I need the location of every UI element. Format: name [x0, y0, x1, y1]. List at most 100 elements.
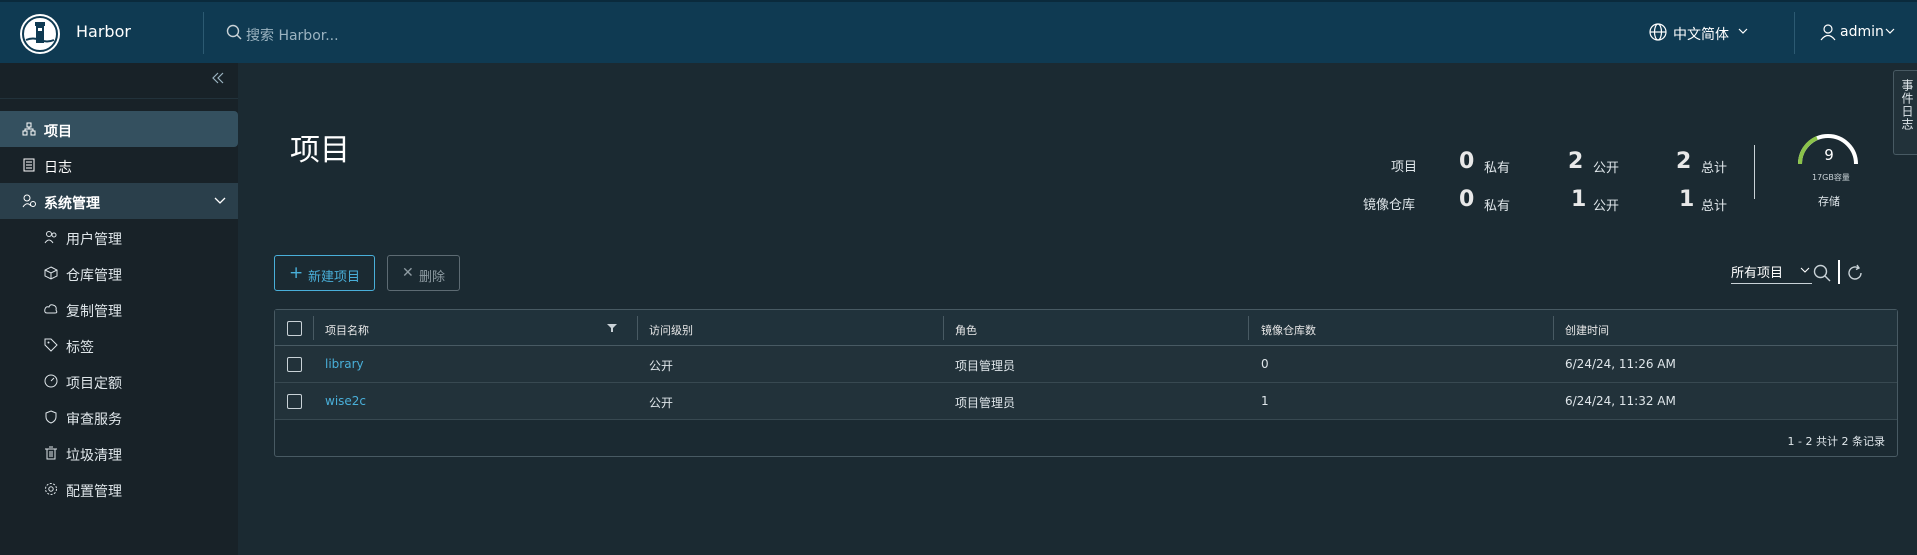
trash-icon [45, 446, 57, 460]
access-level: 公开 [649, 359, 674, 373]
plus-icon: + [289, 263, 304, 283]
global-search-input[interactable]: 搜索 Harbor... [246, 25, 339, 45]
column-divider [637, 316, 638, 340]
repo-count: 0 [1261, 357, 1269, 371]
top-header: Harbor 搜索 Harbor... 中文简体 admin [0, 0, 1917, 63]
stat-total-projects: 2 [1676, 149, 1692, 174]
sidebar-item-label: 标签 [66, 340, 94, 356]
sidebar-item-tags[interactable]: 标签 [0, 327, 238, 363]
sidebar-item-label: 项目 [44, 124, 72, 140]
repo-count: 1 [1261, 394, 1269, 408]
gear-icon [45, 483, 57, 495]
users-icon [44, 231, 57, 244]
stat-label-repos: 镜像仓库 [1363, 198, 1416, 213]
globe-icon[interactable] [1648, 22, 1668, 42]
header-divider [1794, 12, 1795, 54]
sidebar-item-label: 项目定额 [66, 376, 122, 392]
search-icon[interactable] [226, 24, 242, 40]
storage-capacity: 17GB容量 [1812, 173, 1850, 182]
row-checkbox[interactable] [287, 394, 302, 409]
project-filter-select[interactable]: 所有项目 [1731, 262, 1812, 284]
sidebar-item-replication[interactable]: 复制管理 [0, 291, 238, 327]
new-project-label: 新建项目 [308, 270, 361, 285]
sidebar-item-logs[interactable]: 日志 [0, 147, 238, 183]
sidebar-item-label: 垃圾清理 [66, 448, 122, 464]
column-header-name[interactable]: 项目名称 [325, 322, 369, 338]
header-divider [203, 12, 204, 54]
column-header-created[interactable]: 创建时间 [1565, 322, 1609, 338]
admin-icon [22, 194, 36, 208]
sidebar-item-config[interactable]: 配置管理 [0, 471, 238, 507]
filter-icon[interactable] [607, 323, 617, 333]
sidebar-item-registries[interactable]: 仓库管理 [0, 255, 238, 291]
stat-total-repos: 1 [1679, 187, 1695, 212]
language-selector[interactable]: 中文简体 [1673, 24, 1729, 44]
sidebar: 项目 日志 系统管理 用户管理 仓库管理 复制管理 标签 项目定额 审查服务 垃… [0, 63, 238, 555]
sidebar-item-label: 仓库管理 [66, 268, 122, 284]
column-header-access[interactable]: 访问级别 [649, 322, 693, 338]
quota-icon [44, 374, 58, 388]
stat-private-projects: 0 [1459, 149, 1475, 174]
logs-icon [23, 158, 35, 172]
sidebar-item-label: 用户管理 [66, 232, 122, 248]
sidebar-item-quota[interactable]: 项目定额 [0, 363, 238, 399]
registries-icon [44, 266, 58, 280]
sidebar-item-projects[interactable]: 项目 [0, 111, 238, 147]
harbor-logo[interactable] [20, 14, 60, 54]
sidebar-item-label: 配置管理 [66, 484, 122, 500]
role: 项目管理员 [955, 396, 1016, 410]
chevron-down-icon[interactable] [1738, 27, 1748, 35]
storage-label: 存储 [1818, 195, 1840, 208]
event-log-tab[interactable]: 事件日志 [1893, 70, 1917, 155]
column-divider [943, 316, 944, 340]
sidebar-divider [0, 98, 238, 99]
sidebar-item-users[interactable]: 用户管理 [0, 219, 238, 255]
table-row[interactable]: library 公开 项目管理员 0 6/24/24, 11:26 AM [275, 346, 1897, 383]
collapse-sidebar-icon[interactable] [211, 71, 225, 85]
column-header-role[interactable]: 角色 [955, 322, 977, 338]
search-icon[interactable] [1813, 264, 1831, 282]
stat-private-repos: 0 [1459, 187, 1475, 212]
app-brand[interactable]: Harbor [76, 22, 131, 41]
stat-unit-private: 私有 [1484, 199, 1511, 214]
column-divider [313, 316, 314, 340]
event-log-label: 事件日志 [1900, 79, 1914, 131]
sidebar-item-admin[interactable]: 系统管理 [0, 183, 238, 219]
new-project-button[interactable]: + 新建项目 [274, 255, 375, 291]
toolbar-divider [1838, 260, 1840, 284]
sidebar-item-gc[interactable]: 垃圾清理 [0, 435, 238, 471]
stat-unit-public: 公开 [1593, 161, 1620, 176]
replication-icon [44, 304, 58, 314]
row-checkbox[interactable] [287, 357, 302, 372]
user-menu[interactable]: admin [1840, 24, 1884, 40]
refresh-icon[interactable] [1846, 264, 1864, 282]
column-divider [1248, 316, 1249, 340]
chevron-down-icon [1800, 267, 1810, 273]
select-all-checkbox[interactable] [287, 321, 302, 336]
delete-button[interactable]: ✕ 删除 [387, 255, 460, 291]
stats-divider [1754, 145, 1755, 199]
project-name-link[interactable]: wise2c [325, 394, 366, 408]
user-icon[interactable] [1818, 22, 1838, 42]
stat-public-repos: 1 [1571, 187, 1587, 212]
access-level: 公开 [649, 396, 674, 410]
delete-label: 删除 [419, 270, 446, 285]
close-icon: ✕ [402, 265, 414, 281]
project-name-link[interactable]: library [325, 357, 364, 371]
sidebar-item-label: 审查服务 [66, 412, 122, 428]
project-filter-value: 所有项目 [1731, 266, 1784, 281]
column-header-repos[interactable]: 镜像仓库数 [1261, 322, 1316, 338]
table-footer: 1 - 2 共计 2 条记录 [1787, 435, 1885, 448]
chevron-down-icon[interactable] [214, 197, 226, 205]
creation-time: 6/24/24, 11:26 AM [1565, 357, 1676, 371]
table-header: 项目名称 访问级别 角色 镜像仓库数 创建时间 [275, 310, 1897, 346]
column-divider [1553, 316, 1554, 340]
sidebar-item-interrogation[interactable]: 审查服务 [0, 399, 238, 435]
shield-icon [45, 410, 57, 424]
chevron-down-icon[interactable] [1885, 27, 1895, 35]
stat-public-projects: 2 [1568, 149, 1584, 174]
stat-unit-total: 总计 [1701, 161, 1728, 176]
table-row[interactable]: wise2c 公开 项目管理员 1 6/24/24, 11:32 AM [275, 383, 1897, 420]
tag-icon [44, 338, 58, 352]
projects-icon [22, 122, 36, 136]
